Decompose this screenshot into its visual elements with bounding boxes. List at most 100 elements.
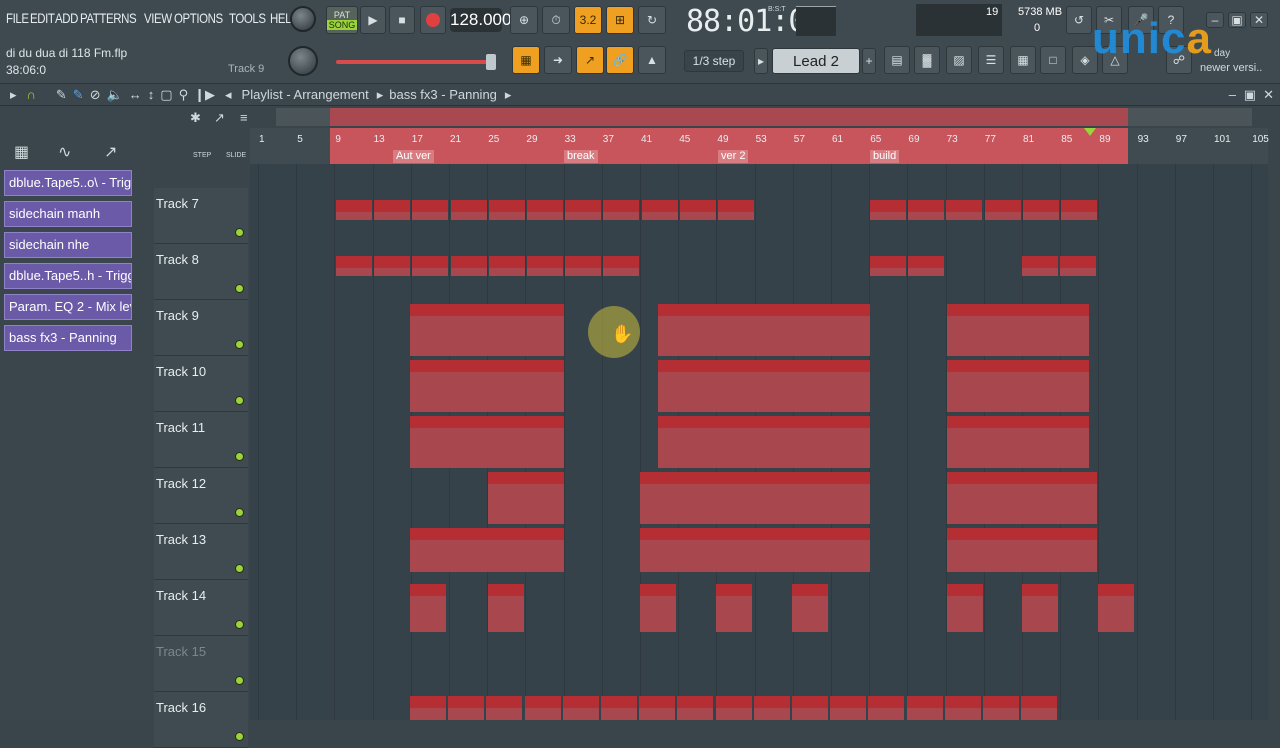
pad-clip[interactable]: pad — [336, 200, 372, 220]
audio-clip[interactable] — [658, 416, 870, 468]
marker-break[interactable]: break — [564, 150, 598, 163]
sample-clip[interactable]: ba...g — [715, 696, 752, 720]
zoom-icon[interactable]: ⚲ — [179, 87, 189, 103]
sample-clip[interactable]: ba...2 — [906, 696, 943, 720]
song-time-display[interactable]: 88:01:0 — [686, 4, 806, 39]
track-enable-led[interactable] — [235, 508, 244, 517]
mixer-icon[interactable]: ☰ — [978, 46, 1004, 74]
channel-rack-icon[interactable]: ▓ — [914, 46, 940, 74]
pad-clip[interactable]: pad — [984, 200, 1021, 220]
back-arrow-icon[interactable]: ◂ — [225, 87, 232, 103]
source-clip-item[interactable]: sidechain nhe — [4, 232, 132, 258]
snap-selector[interactable]: 1/3 step — [684, 50, 744, 72]
audio-clip-tab-icon[interactable]: ∿ — [58, 142, 71, 162]
piano-icon[interactable]: ▨ — [946, 46, 972, 74]
tools-menu-icon[interactable]: ≡ — [240, 110, 248, 125]
playlist-window-icon[interactable]: ▤ — [884, 46, 910, 74]
track-header[interactable]: Track 16 — [154, 692, 248, 748]
sample-clip[interactable]: re...ss — [562, 696, 599, 720]
loop-record-button[interactable]: ↻ — [638, 6, 666, 34]
add-channel-button[interactable]: + — [862, 48, 876, 74]
slip-icon[interactable]: ↔ — [129, 87, 142, 102]
slider-handle[interactable] — [486, 54, 496, 70]
step-edit-button[interactable]: 3.2 — [574, 6, 602, 34]
pad-clip[interactable]: pad — [679, 200, 716, 220]
undo-icon[interactable]: ↺ — [1066, 6, 1092, 34]
audio-clip[interactable] — [410, 528, 564, 572]
pad-clip[interactable]: pad — [374, 200, 411, 220]
metronome-button[interactable]: ⊕ — [510, 6, 538, 34]
sample-clip[interactable]: ba...2 — [753, 696, 790, 720]
news-line-1[interactable]: day — [1214, 48, 1230, 59]
audio-clip[interactable] — [658, 360, 870, 412]
tempo-display[interactable]: 128.000 — [450, 8, 511, 32]
audio-clip[interactable] — [410, 304, 564, 356]
marker-aut-ver[interactable]: Aut ver — [393, 150, 434, 163]
marker-build[interactable]: build — [870, 150, 900, 163]
stamp-icon[interactable]: ▲ — [638, 46, 666, 74]
sample-clip[interactable]: _R..) — [1022, 584, 1058, 632]
audio-clip[interactable] — [488, 472, 564, 524]
track-enable-led[interactable] — [235, 284, 244, 293]
playback-icon[interactable]: ❙▶ — [194, 87, 215, 103]
arp-clip[interactable]: arp — [336, 256, 372, 276]
audio-clip[interactable] — [947, 472, 1097, 524]
window-close-icon[interactable]: ✕ — [1250, 12, 1268, 28]
sample-clip[interactable]: ba...g — [448, 696, 485, 720]
playlist-restore-icon[interactable]: ▣ — [1244, 87, 1256, 103]
pad-clip[interactable]: pad — [870, 200, 906, 220]
piano-roll-tab-icon[interactable]: ▦ — [14, 142, 29, 162]
paint-icon[interactable]: ✎ — [73, 87, 84, 103]
audio-clip[interactable] — [947, 304, 1089, 356]
sample-clip[interactable]: ba...ll — [639, 696, 676, 720]
playlist-menu-arrow-icon[interactable]: ▸ — [10, 87, 17, 103]
audio-clip[interactable] — [658, 304, 870, 356]
sample-clip[interactable]: ba...g — [410, 696, 446, 720]
menu-add[interactable]: ADD — [55, 10, 78, 26]
automation-tab-icon[interactable]: ↗ — [104, 142, 117, 162]
channel-selector[interactable]: Lead 2 — [772, 48, 860, 74]
track-enable-led[interactable] — [235, 732, 244, 741]
track-header[interactable]: Track 9 — [154, 300, 248, 356]
master-volume-knob[interactable] — [290, 6, 316, 32]
pad-clip[interactable]: pad — [603, 200, 640, 220]
audio-clip[interactable] — [410, 360, 564, 412]
source-clip-item[interactable]: bass fx3 - Panning — [4, 325, 132, 351]
piano-roll-icon[interactable]: ▦ — [512, 46, 540, 74]
sample-clip[interactable]: _R..) — [1098, 584, 1134, 632]
typing-keyboard-button[interactable]: ⏱ — [542, 6, 570, 34]
play-button[interactable]: ▶ — [360, 6, 386, 34]
select-icon[interactable]: ▢ — [160, 87, 172, 103]
sample-clip[interactable]: ba...g — [486, 696, 523, 720]
track-header[interactable]: Track 8 — [154, 244, 248, 300]
pad-clip[interactable]: pad — [488, 200, 525, 220]
playhead-marker-icon[interactable] — [1084, 128, 1096, 136]
magnet-icon[interactable]: ∩ — [27, 87, 36, 102]
slice-icon[interactable]: ↕ — [148, 87, 155, 102]
audio-clip[interactable] — [410, 416, 564, 468]
playlist-minimize-icon[interactable]: – — [1229, 87, 1236, 102]
slide-tool-icon[interactable]: ↗ — [576, 46, 604, 74]
arp-clip[interactable]: arp — [1060, 256, 1097, 276]
track-header[interactable]: Track 13 — [154, 524, 248, 580]
arp-clip[interactable]: arp — [412, 256, 449, 276]
delete-icon[interactable]: ⊘ — [90, 87, 101, 103]
track-enable-led[interactable] — [235, 564, 244, 573]
pad-clip[interactable]: pad — [908, 200, 945, 220]
blend-notes-button[interactable]: ⊞ — [606, 6, 634, 34]
pad-clip[interactable]: pad — [718, 200, 754, 220]
track-enable-led[interactable] — [235, 340, 244, 349]
browser-icon[interactable]: ▦ — [1010, 46, 1036, 74]
audio-clip[interactable] — [640, 472, 870, 524]
pad-clip[interactable]: pad — [565, 200, 602, 220]
pad-clip[interactable]: pad — [1061, 200, 1097, 220]
link-icon[interactable]: 🔗 — [606, 46, 634, 74]
audio-clip[interactable] — [947, 416, 1089, 468]
source-clip-item[interactable]: dblue.Tape5..h - Trigger — [4, 263, 132, 289]
menu-tools[interactable]: TOOLS — [229, 10, 266, 26]
sample-clip[interactable]: _R..) — [410, 584, 446, 632]
sample-clip[interactable]: _R..) — [716, 584, 752, 632]
channel-prev-button[interactable]: ▸ — [754, 48, 768, 74]
sample-clip[interactable]: _R..) — [640, 584, 676, 632]
arp-clip[interactable]: arp — [527, 256, 563, 276]
